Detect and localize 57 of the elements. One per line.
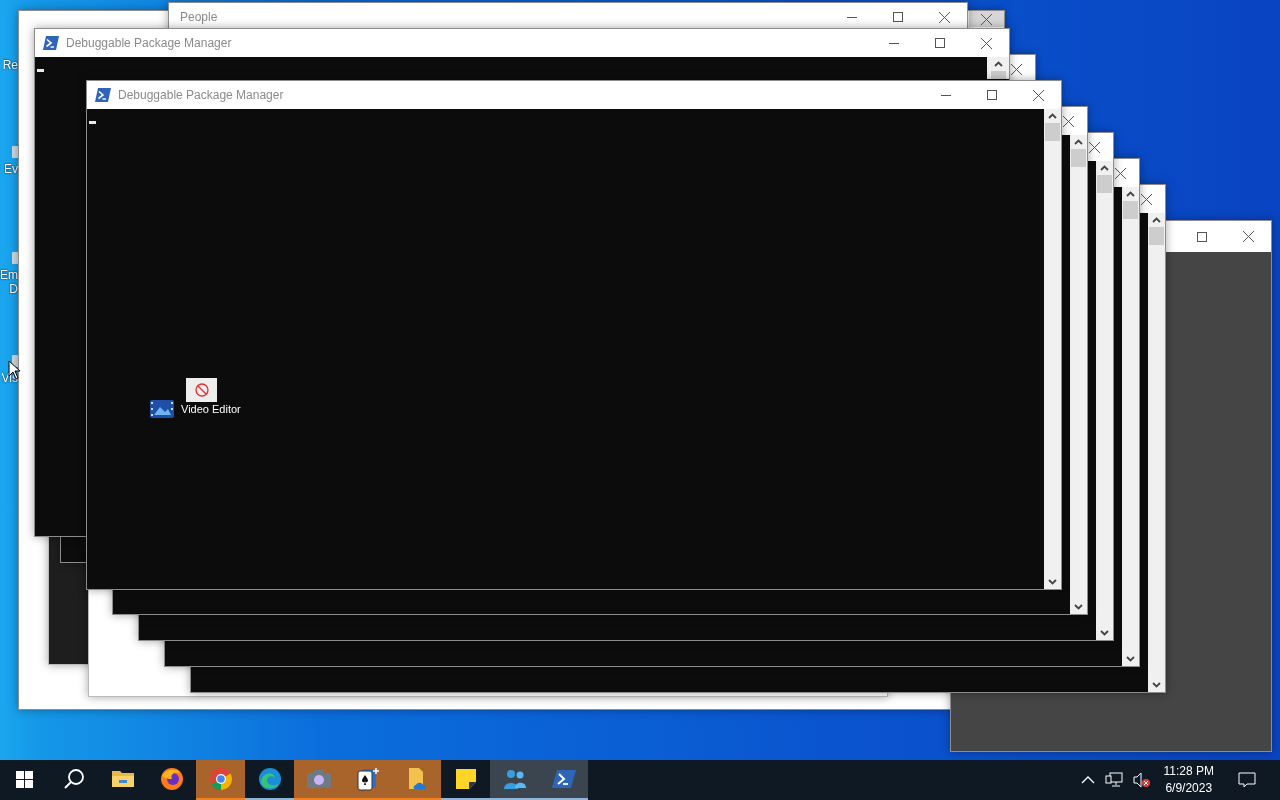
scrollbar[interactable] <box>1148 213 1165 692</box>
close-icon <box>938 11 950 23</box>
scrollbar-thumb[interactable] <box>1045 123 1060 141</box>
shortcut-label[interactable]: Re <box>2 58 18 72</box>
close-icon <box>1242 231 1254 242</box>
camera-icon <box>305 769 332 789</box>
maximize-icon <box>1197 231 1207 242</box>
scrollbar-thumb[interactable] <box>1123 201 1138 219</box>
speaker-muted-icon[interactable] <box>1132 772 1151 788</box>
shortcut-label[interactable]: D <box>9 282 18 296</box>
folder-icon <box>110 769 135 789</box>
close-icon <box>1011 63 1022 75</box>
search-icon <box>62 768 85 790</box>
close-icon <box>1115 167 1126 179</box>
people-icon <box>502 768 527 790</box>
window-title: Debuggable Package Manager <box>118 88 284 102</box>
browser-icon <box>159 767 184 791</box>
scrollbar-thumb[interactable] <box>1071 149 1086 167</box>
cards-icon <box>355 767 380 791</box>
drag-label: Video Editor <box>181 403 241 415</box>
text-cursor <box>37 69 44 72</box>
windows-logo-icon <box>16 770 33 788</box>
text-cursor <box>89 121 96 124</box>
maximize-icon <box>893 12 903 22</box>
shortcut-label[interactable]: Ev <box>4 162 18 176</box>
browser-icon <box>208 767 233 791</box>
close-icon <box>980 37 992 49</box>
terminal-icon <box>43 36 59 50</box>
scrollbar[interactable] <box>1122 187 1139 666</box>
scrollbar-thumb[interactable] <box>1097 175 1112 193</box>
terminal-icon <box>551 769 576 789</box>
scrollbar[interactable] <box>1044 109 1061 589</box>
chevron-up-icon[interactable] <box>1080 775 1095 785</box>
no-entry-icon <box>194 383 209 397</box>
film-icon <box>150 400 174 418</box>
maximize-icon <box>987 90 997 100</box>
notification-icon[interactable] <box>1238 772 1256 788</box>
close-icon <box>1089 141 1100 153</box>
close-icon <box>1141 193 1152 205</box>
scrollbar[interactable] <box>987 57 1009 79</box>
window-title: Debuggable Package Manager <box>66 36 232 50</box>
browser-icon <box>257 767 282 791</box>
terminal-icon <box>95 88 111 102</box>
scrollbar-thumb[interactable] <box>1149 227 1164 245</box>
maximize-icon <box>935 38 945 48</box>
scrollbar[interactable] <box>1070 135 1087 614</box>
close-icon <box>1032 89 1044 101</box>
clock[interactable]: 11:28 PM 6/9/2023 <box>1155 763 1222 797</box>
scrollbar-thumb[interactable] <box>990 71 1006 79</box>
scrollbar[interactable] <box>1096 161 1113 640</box>
close-icon <box>1063 115 1074 127</box>
sticky-note-icon <box>454 768 477 790</box>
network-icon[interactable] <box>1104 772 1123 788</box>
close-button[interactable] <box>969 11 1004 27</box>
shortcut-label[interactable]: Em <box>0 268 18 282</box>
window-title: People <box>180 10 218 24</box>
close-icon <box>981 13 992 25</box>
